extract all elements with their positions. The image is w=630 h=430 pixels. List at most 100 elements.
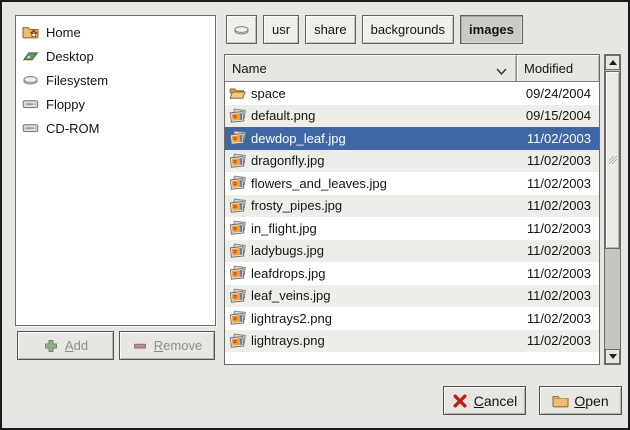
path-bar: usr share backgrounds images [226, 15, 523, 44]
file-modified-date: 09/15/2004 [517, 108, 599, 123]
image-file-icon [229, 310, 246, 326]
sort-chevron-down-icon [496, 64, 507, 79]
file-name: lightrays.png [251, 333, 517, 348]
sidebar-item-label: Home [46, 25, 81, 40]
sidebar-item-label: Floppy [46, 97, 85, 112]
file-name: leafdrops.jpg [251, 266, 517, 281]
file-row-lightrays.png[interactable]: lightrays.png11/02/2003 [225, 330, 599, 353]
image-file-icon [229, 288, 246, 304]
image-file-icon [229, 333, 246, 349]
path-root-button[interactable] [226, 15, 257, 44]
path-button-label: images [469, 22, 514, 37]
arrow-up-icon [609, 60, 617, 65]
file-modified-date: 11/02/2003 [517, 243, 599, 258]
file-name: ladybugs.jpg [251, 243, 517, 258]
file-row-leaf_veins.jpg[interactable]: leaf_veins.jpg11/02/2003 [225, 285, 599, 308]
file-row-flowers_and_leaves.jpg[interactable]: flowers_and_leaves.jpg11/02/2003 [225, 172, 599, 195]
file-row-space[interactable]: space09/24/2004 [225, 82, 599, 105]
remove-button[interactable]: Remove [119, 331, 215, 360]
file-name: space [251, 86, 517, 101]
scroll-up-button[interactable] [605, 55, 620, 70]
cancel-x-icon [452, 393, 468, 409]
places-sidebar: Home Desktop Filesystem Floppy CD-ROM [15, 15, 216, 326]
file-row-lightrays2.png[interactable]: lightrays2.png11/02/2003 [225, 307, 599, 330]
path-button-label: share [314, 22, 347, 37]
file-name: in_flight.jpg [251, 221, 517, 236]
sidebar-item-label: Desktop [46, 49, 94, 64]
open-button-label: Open [574, 393, 608, 409]
cancel-button[interactable]: Cancel [443, 386, 526, 415]
file-modified-date: 11/02/2003 [517, 266, 599, 281]
remove-button-label: Remove [154, 338, 202, 353]
sidebar-item-floppy[interactable]: Floppy [16, 92, 215, 116]
file-row-dragonfly.jpg[interactable]: dragonfly.jpg11/02/2003 [225, 150, 599, 173]
add-button-label: Add [65, 338, 88, 353]
path-button-share[interactable]: share [305, 15, 356, 44]
cancel-button-label: Cancel [474, 393, 518, 409]
file-modified-date: 11/02/2003 [517, 288, 599, 303]
vertical-scrollbar[interactable] [604, 54, 621, 365]
file-modified-date: 11/02/2003 [517, 311, 599, 326]
image-file-icon [229, 243, 246, 259]
sidebar-item-desktop[interactable]: Desktop [16, 44, 215, 68]
image-file-icon [229, 153, 246, 169]
add-button[interactable]: Add [17, 331, 114, 360]
column-header-name-label: Name [232, 61, 267, 76]
file-row-default.png[interactable]: default.png09/15/2004 [225, 105, 599, 128]
file-modified-date: 09/24/2004 [517, 86, 599, 101]
sidebar-item-cd-rom[interactable]: CD-ROM [16, 116, 215, 140]
file-row-dewdop_leaf.jpg[interactable]: dewdop_leaf.jpg11/02/2003 [225, 127, 599, 150]
folder-open-icon [229, 85, 246, 101]
file-row-in_flight.jpg[interactable]: in_flight.jpg11/02/2003 [225, 217, 599, 240]
file-modified-date: 11/02/2003 [517, 153, 599, 168]
image-file-icon [229, 130, 246, 146]
file-name: default.png [251, 108, 517, 123]
scroll-down-button[interactable] [605, 349, 620, 364]
remove-icon [132, 338, 148, 354]
desktop-icon [22, 48, 39, 64]
image-file-icon [229, 175, 246, 191]
file-name: frosty_pipes.jpg [251, 198, 517, 213]
path-button-images[interactable]: images [460, 15, 523, 44]
file-modified-date: 11/02/2003 [517, 198, 599, 213]
column-header-modified[interactable]: Modified [517, 55, 599, 82]
column-header-name[interactable]: Name [225, 55, 517, 82]
add-icon [43, 338, 59, 354]
open-button[interactable]: Open [539, 386, 622, 415]
image-file-icon [229, 198, 246, 214]
file-name: leaf_veins.jpg [251, 288, 517, 303]
column-header-modified-label: Modified [524, 61, 573, 76]
sidebar-item-filesystem[interactable]: Filesystem [16, 68, 215, 92]
file-modified-date: 11/02/2003 [517, 221, 599, 236]
path-button-label: backgrounds [371, 22, 445, 37]
file-name: dragonfly.jpg [251, 153, 517, 168]
file-row-ladybugs.jpg[interactable]: ladybugs.jpg11/02/2003 [225, 240, 599, 263]
drive-icon [233, 22, 250, 38]
file-row-leafdrops.jpg[interactable]: leafdrops.jpg11/02/2003 [225, 262, 599, 285]
image-file-icon [229, 108, 246, 124]
grip-icon [607, 154, 619, 166]
file-chooser-dialog: Home Desktop Filesystem Floppy CD-ROM Add Re… [0, 0, 630, 430]
file-name: lightrays2.png [251, 311, 517, 326]
image-file-icon [229, 265, 246, 281]
path-button-usr[interactable]: usr [263, 15, 299, 44]
file-modified-date: 11/02/2003 [517, 131, 599, 146]
file-list-header: Name Modified [225, 55, 599, 82]
scrollbar-thumb[interactable] [605, 71, 620, 249]
file-name: dewdop_leaf.jpg [251, 131, 517, 146]
file-list: Name Modified space09/24/2004default.png… [224, 54, 600, 365]
drive-icon [22, 72, 39, 88]
path-button-backgrounds[interactable]: backgrounds [362, 15, 454, 44]
home-icon [22, 24, 39, 40]
arrow-down-icon [609, 354, 617, 359]
file-modified-date: 11/02/2003 [517, 333, 599, 348]
path-button-label: usr [272, 22, 290, 37]
file-row-frosty_pipes.jpg[interactable]: frosty_pipes.jpg11/02/2003 [225, 195, 599, 218]
image-file-icon [229, 220, 246, 236]
cdrom-icon [22, 120, 39, 136]
floppy-icon [22, 96, 39, 112]
sidebar-item-home[interactable]: Home [16, 20, 215, 44]
file-modified-date: 11/02/2003 [517, 176, 599, 191]
file-list-rows: space09/24/2004default.png09/15/2004dewd… [225, 82, 599, 364]
folder-icon [552, 393, 568, 409]
